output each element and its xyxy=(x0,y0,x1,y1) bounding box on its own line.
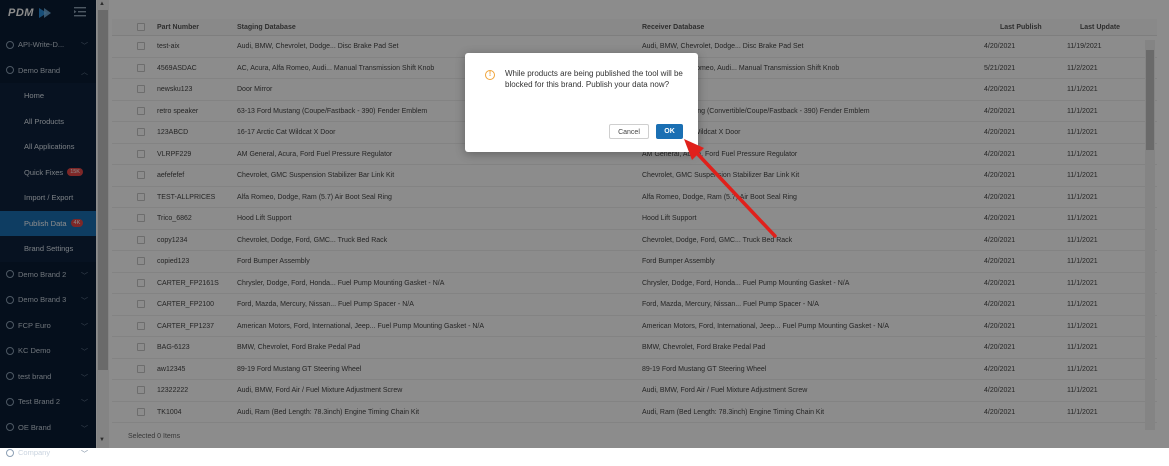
brand-icon xyxy=(6,448,14,457)
red-arrow-annotation xyxy=(684,139,777,238)
chevron-icon[interactable]: ﹀ xyxy=(81,449,88,459)
sidebar-item-label: Company xyxy=(18,448,51,458)
